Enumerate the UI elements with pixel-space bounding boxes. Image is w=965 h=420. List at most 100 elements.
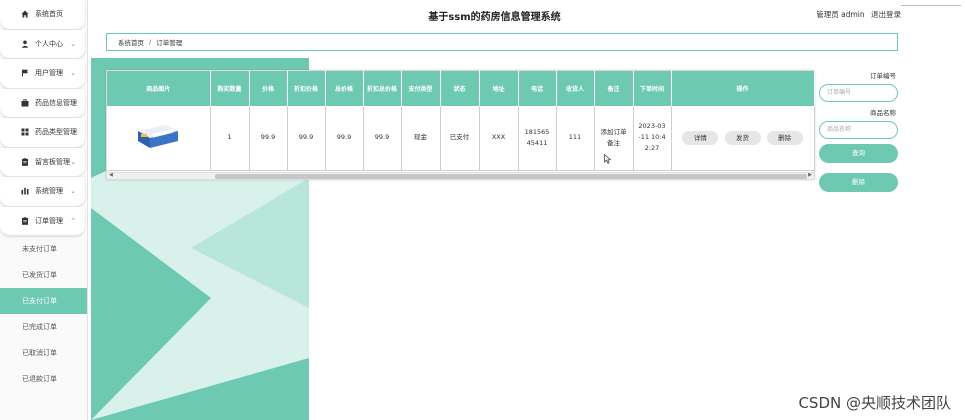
price-cell: 99.9 [249,106,288,171]
order-time-value: 2023-03-11 10:42:27 [638,122,666,153]
column-header: 折扣总价格 [363,71,402,106]
sidebar: 系统首页 个人中心 ⌄ 用户管理 ⌄ 药品信息管理 ⌄ 药品类型管理 ⌄ 留言板… [0,0,88,420]
watermark: CSDN @央顺技术团队 [798,394,951,412]
remark-cell: 添加订单备注 [594,106,634,171]
breadcrumb-separator: / [149,38,152,46]
breadcrumb: 系统首页 / 订单管理 [106,33,898,51]
column-header: 价格 [249,71,288,106]
phone-cell: 18156545411 [518,106,557,171]
sidebar-subitem-shipped-orders[interactable]: 已发货订单 [0,262,87,288]
clipboard-icon [20,157,30,167]
logout-link[interactable]: 退出登录 [871,10,901,19]
column-header: 备注 [594,71,634,106]
scroll-right-icon[interactable]: ▶ [808,172,812,178]
sidebar-item-messages[interactable]: 留言板管理 ⌄ [0,147,85,177]
remark-value: 添加订单备注 [600,127,627,147]
sidebar-item-users[interactable]: 用户管理 ⌄ [0,59,85,89]
product-image-cell [107,106,211,171]
status-cell: 已支付 [440,106,480,171]
discount-total-cell: 99.9 [363,106,402,171]
app-window: 系统首页 个人中心 ⌄ 用户管理 ⌄ 药品信息管理 ⌄ 药品类型管理 ⌄ 留言板… [0,0,965,420]
actions-cell: 详情 发货 删除 [671,106,815,171]
chevron-down-icon: ⌄ [70,98,76,107]
column-header: 购买数量 [210,71,250,106]
order-time-cell: 2023-03-11 10:42:27 [633,106,672,171]
column-header: 折扣价格 [287,71,326,106]
column-header: 状态 [440,71,480,106]
sidebar-subitem-cancelled-orders[interactable]: 已取消订单 [0,340,87,366]
sidebar-item-label: 系统管理 [35,187,63,196]
breadcrumb-home[interactable]: 系统首页 [118,37,144,47]
orders-table: 商品图片 购买数量 价格 折扣价格 总价格 折扣总价格 支付类型 状态 地址 电… [107,71,815,171]
header: 基于ssm的药房信息管理系统 管理员 admin 退出登录 [88,0,901,28]
flag-icon [20,68,30,78]
query-button[interactable]: 查询 [819,144,898,163]
header-user-area: 管理员 admin 退出登录 [812,9,901,20]
sidebar-item-drug-type[interactable]: 药品类型管理 ⌄ [0,118,85,148]
column-header: 商品图片 [107,71,211,106]
sidebar-subitem-paid-orders[interactable]: 已支付订单 [0,288,87,314]
sidebar-subitem-refunded-orders[interactable]: 已退款订单 [0,366,87,392]
delete-button[interactable]: 删除 [819,173,898,192]
column-header: 支付类型 [401,71,441,106]
clipboard-icon [20,216,30,226]
right-margin [901,0,965,420]
sidebar-item-label: 个人中心 [35,39,63,48]
sidebar-item-drug-info[interactable]: 药品信息管理 ⌄ [0,88,85,118]
sidebar-item-label: 留言板管理 [35,157,70,166]
chevron-down-icon: ⌄ [70,187,76,195]
sidebar-item-home[interactable]: 系统首页 [0,0,85,30]
ship-button[interactable]: 发货 [724,130,761,145]
chevron-down-icon: ⌄ [70,39,76,48]
search-panel: 订单编号 订单编号 商品名称 商品名称 查询 删除 [819,70,899,192]
order-no-label: 订单编号 [870,72,896,80]
bar-chart-icon [20,186,30,196]
column-header: 地址 [479,71,519,106]
receiver-cell: 111 [556,106,595,171]
column-header: 收货人 [556,71,595,106]
chevron-down-icon: ⌄ [70,128,76,136]
product-image [136,123,180,149]
detail-button[interactable]: 详情 [682,130,719,145]
grid-icon [20,127,30,137]
discount-price-cell: 99.9 [287,106,326,171]
mouse-cursor-icon [604,154,612,164]
scrollbar-thumb[interactable] [215,174,807,179]
product-name-label: 商品名称 [870,109,896,117]
user-icon [20,39,30,49]
pay-type-cell: 现金 [401,106,441,171]
phone-value: 18156545411 [524,127,550,147]
address-cell: XXX [479,106,519,171]
user-label: 管理员 admin [816,10,865,19]
horizontal-scrollbar[interactable]: ◀ ▶ [107,172,814,179]
delete-row-button[interactable]: 删除 [766,130,803,145]
chevron-down-icon: ⌄ [70,69,76,77]
product-name-input[interactable]: 商品名称 [819,121,898,139]
column-header: 下单时间 [633,71,672,106]
chevron-up-icon: ⌃ [70,216,76,225]
sidebar-item-orders[interactable]: 订单管理 ⌃ [0,206,85,236]
sidebar-item-label: 订单管理 [35,216,63,225]
chevron-down-icon: ⌄ [70,157,76,166]
column-header: 总价格 [325,71,364,106]
home-icon [20,9,30,19]
sidebar-subitem-completed-orders[interactable]: 已完成订单 [0,314,87,340]
order-no-input[interactable]: 订单编号 [819,84,898,102]
sidebar-item-profile[interactable]: 个人中心 ⌄ [0,29,85,59]
column-header: 操作 [671,71,815,106]
briefcase-icon [20,98,30,108]
table-row: 1 99.9 99.9 99.9 99.9 现金 已支付 XXX 1815654… [107,106,815,171]
page-title: 基于ssm的药房信息管理系统 [428,12,561,23]
breadcrumb-current: 订单管理 [156,39,183,47]
scroll-left-icon[interactable]: ◀ [109,172,113,178]
sidebar-subitem-unpaid-orders[interactable]: 未支付订单 [0,236,87,262]
total-price-cell: 99.9 [325,106,364,171]
divider [901,5,961,6]
sidebar-item-system[interactable]: 系统管理 ⌄ [0,177,85,207]
quantity-cell: 1 [210,106,250,171]
sidebar-item-label: 系统首页 [35,10,63,19]
column-header: 电话 [518,71,557,106]
sidebar-item-label: 用户管理 [35,69,63,78]
table-header-row: 商品图片 购买数量 价格 折扣价格 总价格 折扣总价格 支付类型 状态 地址 电… [107,71,815,106]
orders-table-container: 商品图片 购买数量 价格 折扣价格 总价格 折扣总价格 支付类型 状态 地址 电… [106,70,815,180]
